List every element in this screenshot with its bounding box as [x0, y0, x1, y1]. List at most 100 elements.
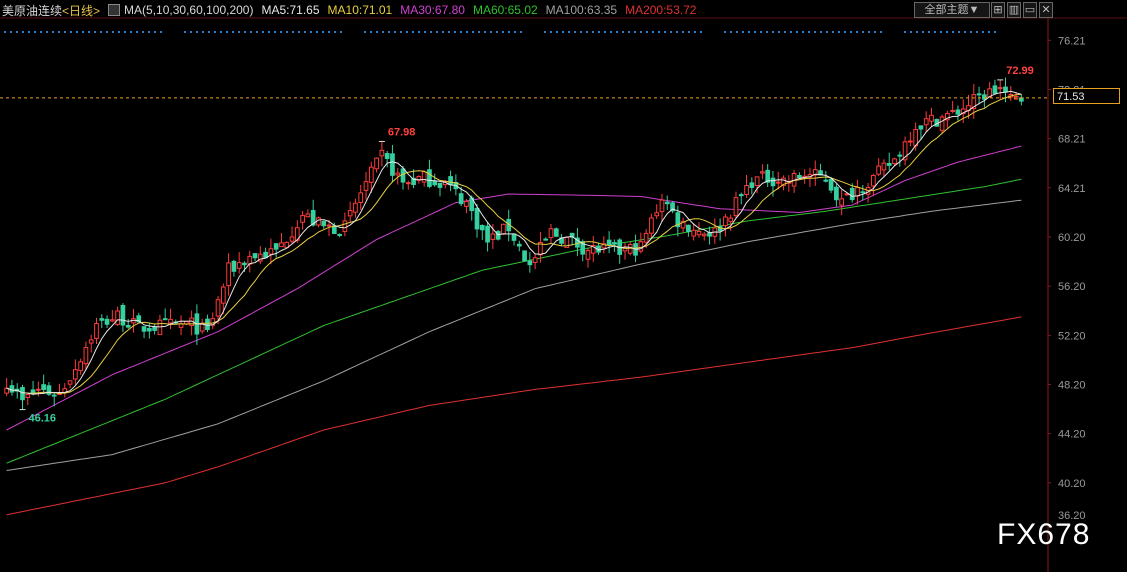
event-marker: [202, 31, 204, 33]
candle-body: [379, 149, 385, 157]
candlestick-chart[interactable]: 76.2172.2168.2164.2160.2056.2052.2048.20…: [0, 0, 1127, 572]
event-marker: [436, 31, 438, 33]
event-marker: [442, 31, 444, 33]
event-marker: [220, 31, 222, 33]
layout-icon[interactable]: ▥: [1007, 2, 1021, 18]
candle-body: [664, 201, 670, 205]
event-marker: [610, 31, 612, 33]
period-label[interactable]: <日线>: [62, 2, 100, 19]
y-tick-label: 76.21: [1058, 35, 1086, 47]
candle-body: [152, 326, 157, 331]
event-marker: [76, 31, 78, 33]
event-marker: [190, 31, 192, 33]
candle-body: [733, 197, 739, 217]
ma5-value: MA5:71.65: [261, 3, 320, 17]
candle-body: [855, 187, 860, 197]
candle-body: [955, 109, 961, 115]
event-marker: [226, 31, 228, 33]
event-marker: [640, 31, 642, 33]
event-marker: [904, 31, 906, 33]
candle-body: [279, 242, 284, 248]
event-marker: [970, 31, 972, 33]
candle-body: [516, 243, 522, 247]
candle-body: [553, 228, 559, 237]
event-marker: [82, 31, 84, 33]
candle-body: [823, 179, 829, 182]
candle-body: [162, 318, 168, 321]
candle-body: [479, 225, 485, 231]
ma100-value: MA100:63.35: [545, 3, 618, 17]
event-marker: [28, 31, 30, 33]
candle-body: [918, 125, 924, 130]
event-marker: [388, 31, 390, 33]
zoom-icon[interactable]: ⊞: [991, 2, 1005, 18]
event-marker: [370, 31, 372, 33]
candle-body: [691, 229, 697, 237]
close-icon[interactable]: ✕: [1039, 2, 1053, 18]
event-marker: [772, 31, 774, 33]
event-marker: [790, 31, 792, 33]
event-marker: [148, 31, 150, 33]
event-marker: [670, 31, 672, 33]
candle-body: [368, 166, 374, 183]
candle-body: [146, 328, 152, 332]
extreme-label: 72.99: [1006, 65, 1034, 77]
candle-body: [231, 260, 237, 272]
candle-body: [760, 171, 765, 174]
event-marker: [658, 31, 660, 33]
event-marker: [340, 31, 342, 33]
event-marker: [730, 31, 732, 33]
event-marker: [646, 31, 648, 33]
candle-body: [585, 249, 591, 260]
candle-body: [950, 109, 956, 112]
event-marker: [472, 31, 474, 33]
candle-body: [78, 361, 83, 372]
candle-body: [51, 394, 57, 397]
event-marker: [34, 31, 36, 33]
candle-body: [363, 181, 369, 191]
window-icon[interactable]: ▭: [1023, 2, 1037, 18]
candle-body: [908, 140, 913, 143]
event-marker: [724, 31, 726, 33]
candle-body: [723, 216, 728, 227]
event-marker: [160, 31, 162, 33]
event-marker: [214, 31, 216, 33]
event-marker: [508, 31, 510, 33]
candle-body: [728, 217, 734, 222]
event-marker: [460, 31, 462, 33]
event-marker: [946, 31, 948, 33]
candle-body: [982, 94, 987, 100]
event-marker: [448, 31, 450, 33]
candle-body: [242, 262, 247, 266]
event-marker: [310, 31, 312, 33]
theme-dropdown[interactable]: 全部主题▼: [914, 2, 990, 18]
candle-body: [374, 157, 379, 170]
candle-body: [849, 187, 855, 201]
event-marker: [802, 31, 804, 33]
candle-body: [606, 239, 612, 246]
candle-body: [749, 182, 755, 188]
event-marker: [520, 31, 522, 33]
event-marker: [628, 31, 630, 33]
candle-body: [548, 228, 554, 239]
event-marker: [598, 31, 600, 33]
candle-body: [464, 200, 469, 207]
event-marker: [934, 31, 936, 33]
event-marker: [952, 31, 954, 33]
candle-body: [25, 394, 31, 399]
candle-body: [775, 181, 781, 184]
candle-body: [643, 232, 649, 243]
event-marker: [196, 31, 198, 33]
ma200-value: MA200:53.72: [625, 3, 697, 17]
candle-body: [707, 232, 712, 237]
candle-body: [300, 215, 305, 223]
indicator-icon[interactable]: [108, 4, 121, 16]
event-marker: [850, 31, 852, 33]
event-marker: [58, 31, 60, 33]
event-marker: [580, 31, 582, 33]
candle-body: [347, 210, 353, 217]
event-marker: [676, 31, 678, 33]
candle-body: [427, 169, 432, 187]
candle-body: [532, 257, 538, 263]
candle-body: [331, 225, 337, 234]
